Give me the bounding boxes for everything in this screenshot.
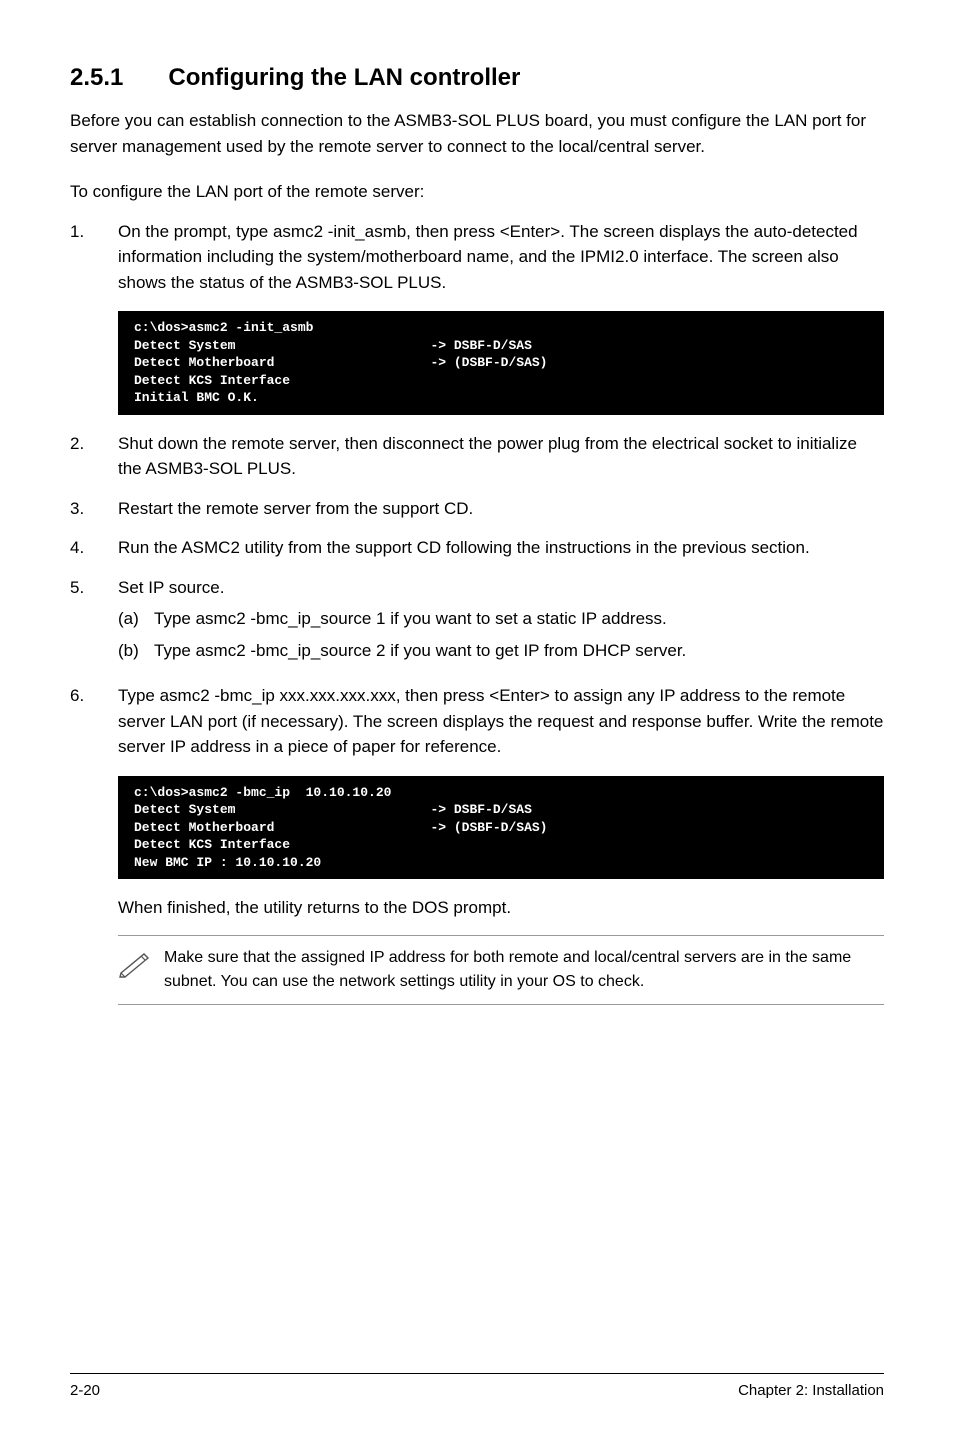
substep-mark: (b) bbox=[118, 638, 154, 664]
step-number: 6. bbox=[70, 683, 118, 760]
note-text: Make sure that the assigned IP address f… bbox=[164, 946, 884, 994]
subintro-paragraph: To configure the LAN port of the remote … bbox=[70, 179, 884, 205]
substep-a: (a) Type asmc2 -bmc_ip_source 1 if you w… bbox=[118, 606, 884, 632]
step-number: 1. bbox=[70, 219, 118, 296]
footer-page-number: 2-20 bbox=[70, 1380, 100, 1403]
step-5: 5. Set IP source. (a) Type asmc2 -bmc_ip… bbox=[70, 575, 884, 670]
section-title: Configuring the LAN controller bbox=[168, 64, 520, 91]
footer-chapter: Chapter 2: Installation bbox=[738, 1380, 884, 1403]
after-console-paragraph: When finished, the utility returns to th… bbox=[118, 895, 884, 921]
step-text: Shut down the remote server, then discon… bbox=[118, 431, 884, 482]
steps-list: 1. On the prompt, type asmc2 -init_asmb,… bbox=[70, 219, 884, 296]
substeps: (a) Type asmc2 -bmc_ip_source 1 if you w… bbox=[118, 606, 884, 663]
console-output-2: c:\dos>asmc2 -bmc_ip 10.10.10.20 Detect … bbox=[118, 776, 884, 880]
substep-text: Type asmc2 -bmc_ip_source 2 if you want … bbox=[154, 638, 686, 664]
step-body: Set IP source. (a) Type asmc2 -bmc_ip_so… bbox=[118, 575, 884, 670]
step-4: 4. Run the ASMC2 utility from the suppor… bbox=[70, 535, 884, 561]
pencil-icon bbox=[118, 946, 164, 986]
step-text: Run the ASMC2 utility from the support C… bbox=[118, 535, 884, 561]
step-text: Set IP source. bbox=[118, 578, 224, 597]
step-text: On the prompt, type asmc2 -init_asmb, th… bbox=[118, 219, 884, 296]
section-heading: 2.5.1 Configuring the LAN controller bbox=[70, 60, 884, 96]
step-number: 3. bbox=[70, 496, 118, 522]
step-text: Type asmc2 -bmc_ip xxx.xxx.xxx.xxx, then… bbox=[118, 683, 884, 760]
step-3: 3. Restart the remote server from the su… bbox=[70, 496, 884, 522]
step-number: 5. bbox=[70, 575, 118, 670]
substep-b: (b) Type asmc2 -bmc_ip_source 2 if you w… bbox=[118, 638, 884, 664]
step-number: 2. bbox=[70, 431, 118, 482]
console-output-1: c:\dos>asmc2 -init_asmb Detect System ->… bbox=[118, 311, 884, 415]
substep-text: Type asmc2 -bmc_ip_source 1 if you want … bbox=[154, 606, 667, 632]
intro-paragraph: Before you can establish connection to t… bbox=[70, 108, 884, 159]
page-footer: 2-20 Chapter 2: Installation bbox=[70, 1373, 884, 1403]
step-text: Restart the remote server from the suppo… bbox=[118, 496, 884, 522]
step-number: 4. bbox=[70, 535, 118, 561]
steps-list-cont: 2. Shut down the remote server, then dis… bbox=[70, 431, 884, 760]
step-2: 2. Shut down the remote server, then dis… bbox=[70, 431, 884, 482]
section-number: 2.5.1 bbox=[70, 60, 123, 96]
step-6: 6. Type asmc2 -bmc_ip xxx.xxx.xxx.xxx, t… bbox=[70, 683, 884, 760]
step-1: 1. On the prompt, type asmc2 -init_asmb,… bbox=[70, 219, 884, 296]
note-box: Make sure that the assigned IP address f… bbox=[118, 935, 884, 1005]
substep-mark: (a) bbox=[118, 606, 154, 632]
